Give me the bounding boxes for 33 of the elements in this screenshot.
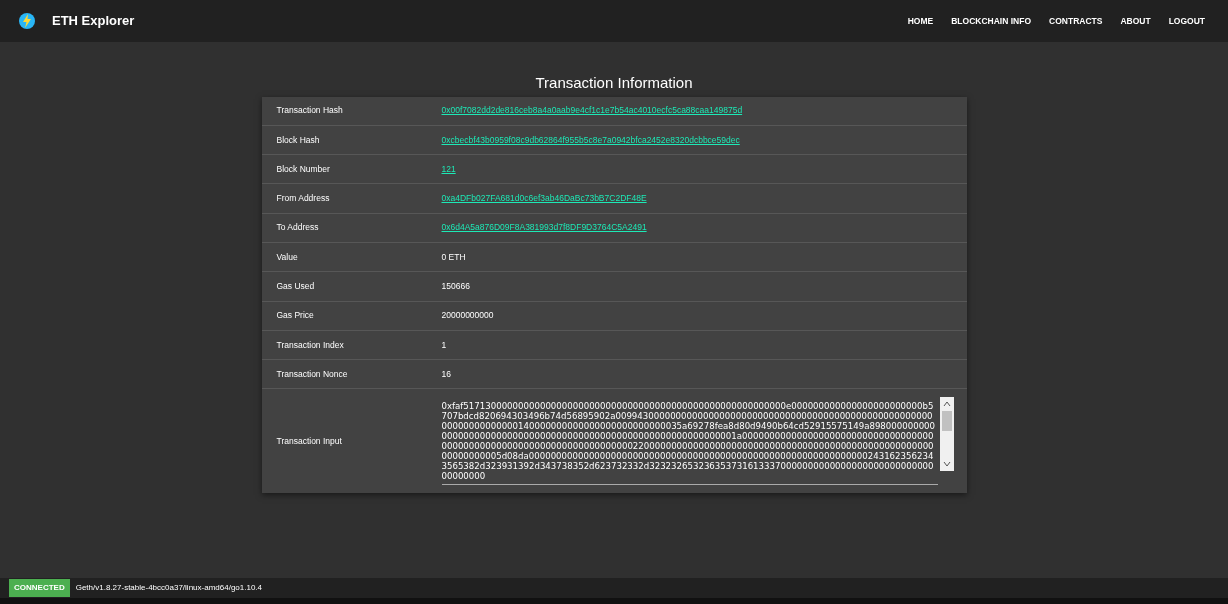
field-value: 150666 xyxy=(441,280,470,293)
scrollbar[interactable] xyxy=(939,397,954,472)
version-text: Geth/v1.8.27-stable-4bcc0a37/linux-amd64/go1.10.4 xyxy=(75,582,262,594)
value-link[interactable]: 0x00f7082dd2de816ceb8a4a0aab9e4cf1c1e7b54ac4010ecfc5ca88caa149875d xyxy=(441,104,743,117)
nav-link[interactable]: ABOUT xyxy=(1111,14,1160,28)
field-label: Gas Used xyxy=(275,280,316,293)
field-label: To Address xyxy=(275,221,320,235)
value-link[interactable]: 0xcbecbf43b0959f08c9db62864f955b5c8e7a0942bfca2452e8320dcbbce59dec xyxy=(441,133,740,147)
app-title: ETH Explorer xyxy=(52,12,135,31)
field-label: From Address xyxy=(275,192,331,205)
value-link[interactable]: 121 xyxy=(441,162,456,176)
field-value: 1 xyxy=(441,338,447,352)
nav-link[interactable]: HOME xyxy=(898,14,943,28)
field-label: Transaction Hash xyxy=(275,104,344,117)
status-label: CONNECTED xyxy=(9,579,70,597)
input-data-field[interactable]: 0xfaf51713000000000000000000000000000000000000000000000000000000e000000000000000000000000b5707bdcd820694303496b74d56895902a009943000000000000000000000000000000000000000000000000000000000000000000140000000000000000000000000035a69278fea8d80d9490b64cd52915575149a898000000000000000000000000000000000000000000000000000000000000001a0000000000000000000000000000000000000000000000000000000000000000000000220000000000000000000000000000000000000000000000000000000000000005d08da000000000000000000000000000000000000000000000000000000000000002431623562343565382d323931392d343738352d623732332d323232653236353731613337000000000000000000000000000000000000 xyxy=(441,397,938,486)
value-link[interactable]: 0xa4DFb027FA681d0c6ef3ab46DaBc73bB7C2DF48E xyxy=(441,192,647,205)
field-label: Gas Price xyxy=(275,309,315,323)
page-title: Transaction Information xyxy=(534,73,694,93)
field-label: Transaction Nonce xyxy=(275,367,349,381)
nav-link[interactable]: CONTRACTS xyxy=(1040,14,1112,28)
field-label: Block Hash xyxy=(275,133,321,147)
field-label: Transaction Index xyxy=(275,338,345,352)
field-value: 0 ETH xyxy=(441,250,466,264)
value-link[interactable]: 0x6d4A5a876D09F8A381993d7f8DF9D3764C5A2491 xyxy=(441,221,647,235)
nav-link[interactable]: BLOCKCHAIN INFO xyxy=(942,14,1041,28)
nav-link[interactable]: LOGOUT xyxy=(1159,14,1214,28)
field-value: 20000000000 xyxy=(441,309,494,323)
field-label: Transaction Input xyxy=(275,435,343,448)
field-label: Block Number xyxy=(275,162,331,176)
field-label: Value xyxy=(275,250,299,264)
lightning-logo-icon xyxy=(18,12,36,30)
field-value: 16 xyxy=(441,367,451,381)
